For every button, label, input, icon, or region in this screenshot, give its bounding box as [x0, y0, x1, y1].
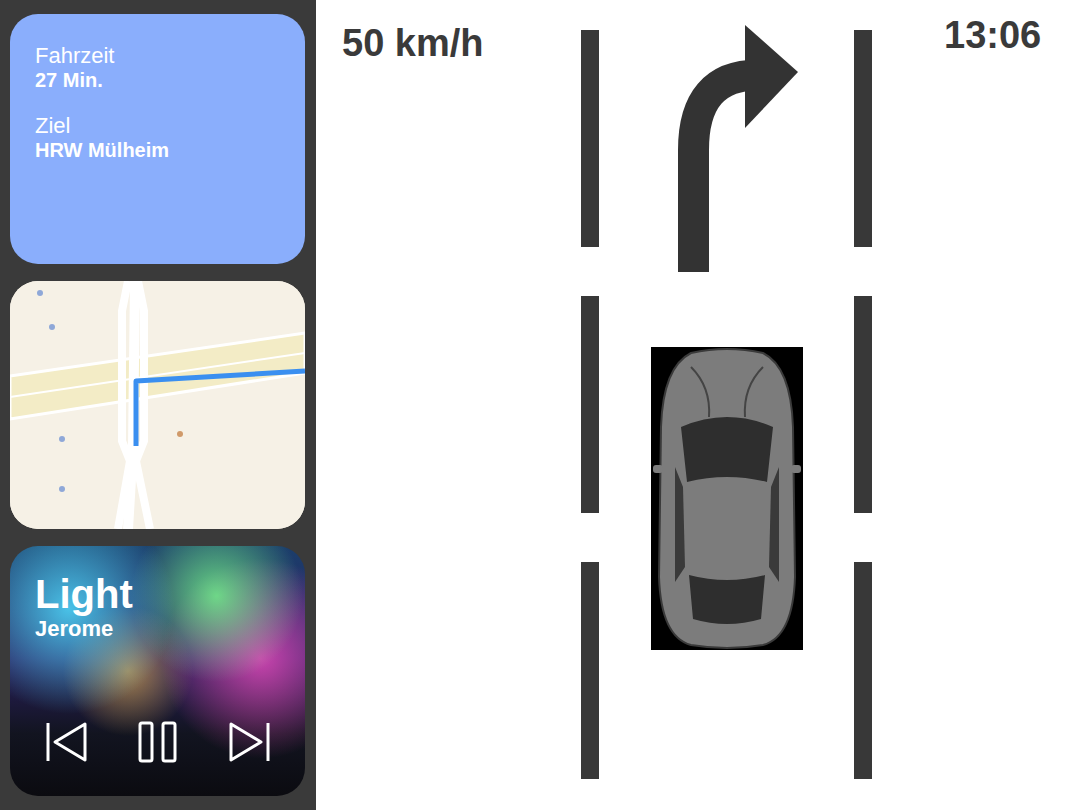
lane	[599, 562, 854, 779]
dashboard: Fahrzeit27 Min. ZielHRW Mülheim LightJerom…	[0, 0, 1080, 810]
trip-item: Fahrzeit27 Min.	[35, 44, 280, 92]
lane-line	[581, 296, 599, 513]
trip-value: 27 Min.	[35, 68, 280, 92]
clock: 13:06	[872, 0, 1080, 810]
lane-line	[581, 562, 599, 779]
car-icon	[651, 347, 803, 650]
song-artist: Jerome	[35, 616, 281, 642]
road-row	[581, 562, 872, 779]
music-controls	[35, 720, 281, 764]
song-info: LightJerome	[35, 572, 281, 642]
trip-label: Fahrzeit	[35, 44, 280, 68]
lane	[599, 296, 854, 513]
road-row	[581, 30, 872, 247]
map-card[interactable]	[10, 281, 305, 529]
map-icon	[10, 281, 305, 529]
speed: 50 km/h	[316, 0, 581, 810]
road	[581, 0, 872, 810]
pause-icon	[138, 720, 178, 764]
road-row	[581, 296, 872, 513]
trip-value: HRW Mülheim	[35, 138, 280, 162]
trip-card[interactable]: Fahrzeit27 Min. ZielHRW Mülheim	[10, 14, 305, 264]
driving-view: 50 km/h 13:06	[316, 0, 1080, 810]
song-title: Light	[35, 572, 281, 616]
next-button[interactable]	[227, 720, 271, 764]
lane-line	[854, 296, 872, 513]
previous-button[interactable]	[45, 720, 89, 764]
trip-label: Ziel	[35, 114, 280, 138]
previous-icon	[45, 720, 89, 764]
pause-button[interactable]	[138, 720, 178, 764]
music-card: LightJerome	[10, 546, 305, 796]
turn-right-icon	[678, 25, 798, 272]
sidebar: Fahrzeit27 Min. ZielHRW Mülheim LightJerom…	[0, 0, 316, 810]
lane-line	[581, 30, 599, 247]
trip-item: ZielHRW Mülheim	[35, 114, 280, 162]
lane-line	[854, 562, 872, 779]
lane	[599, 30, 854, 247]
lane-line	[854, 30, 872, 247]
next-icon	[227, 720, 271, 764]
